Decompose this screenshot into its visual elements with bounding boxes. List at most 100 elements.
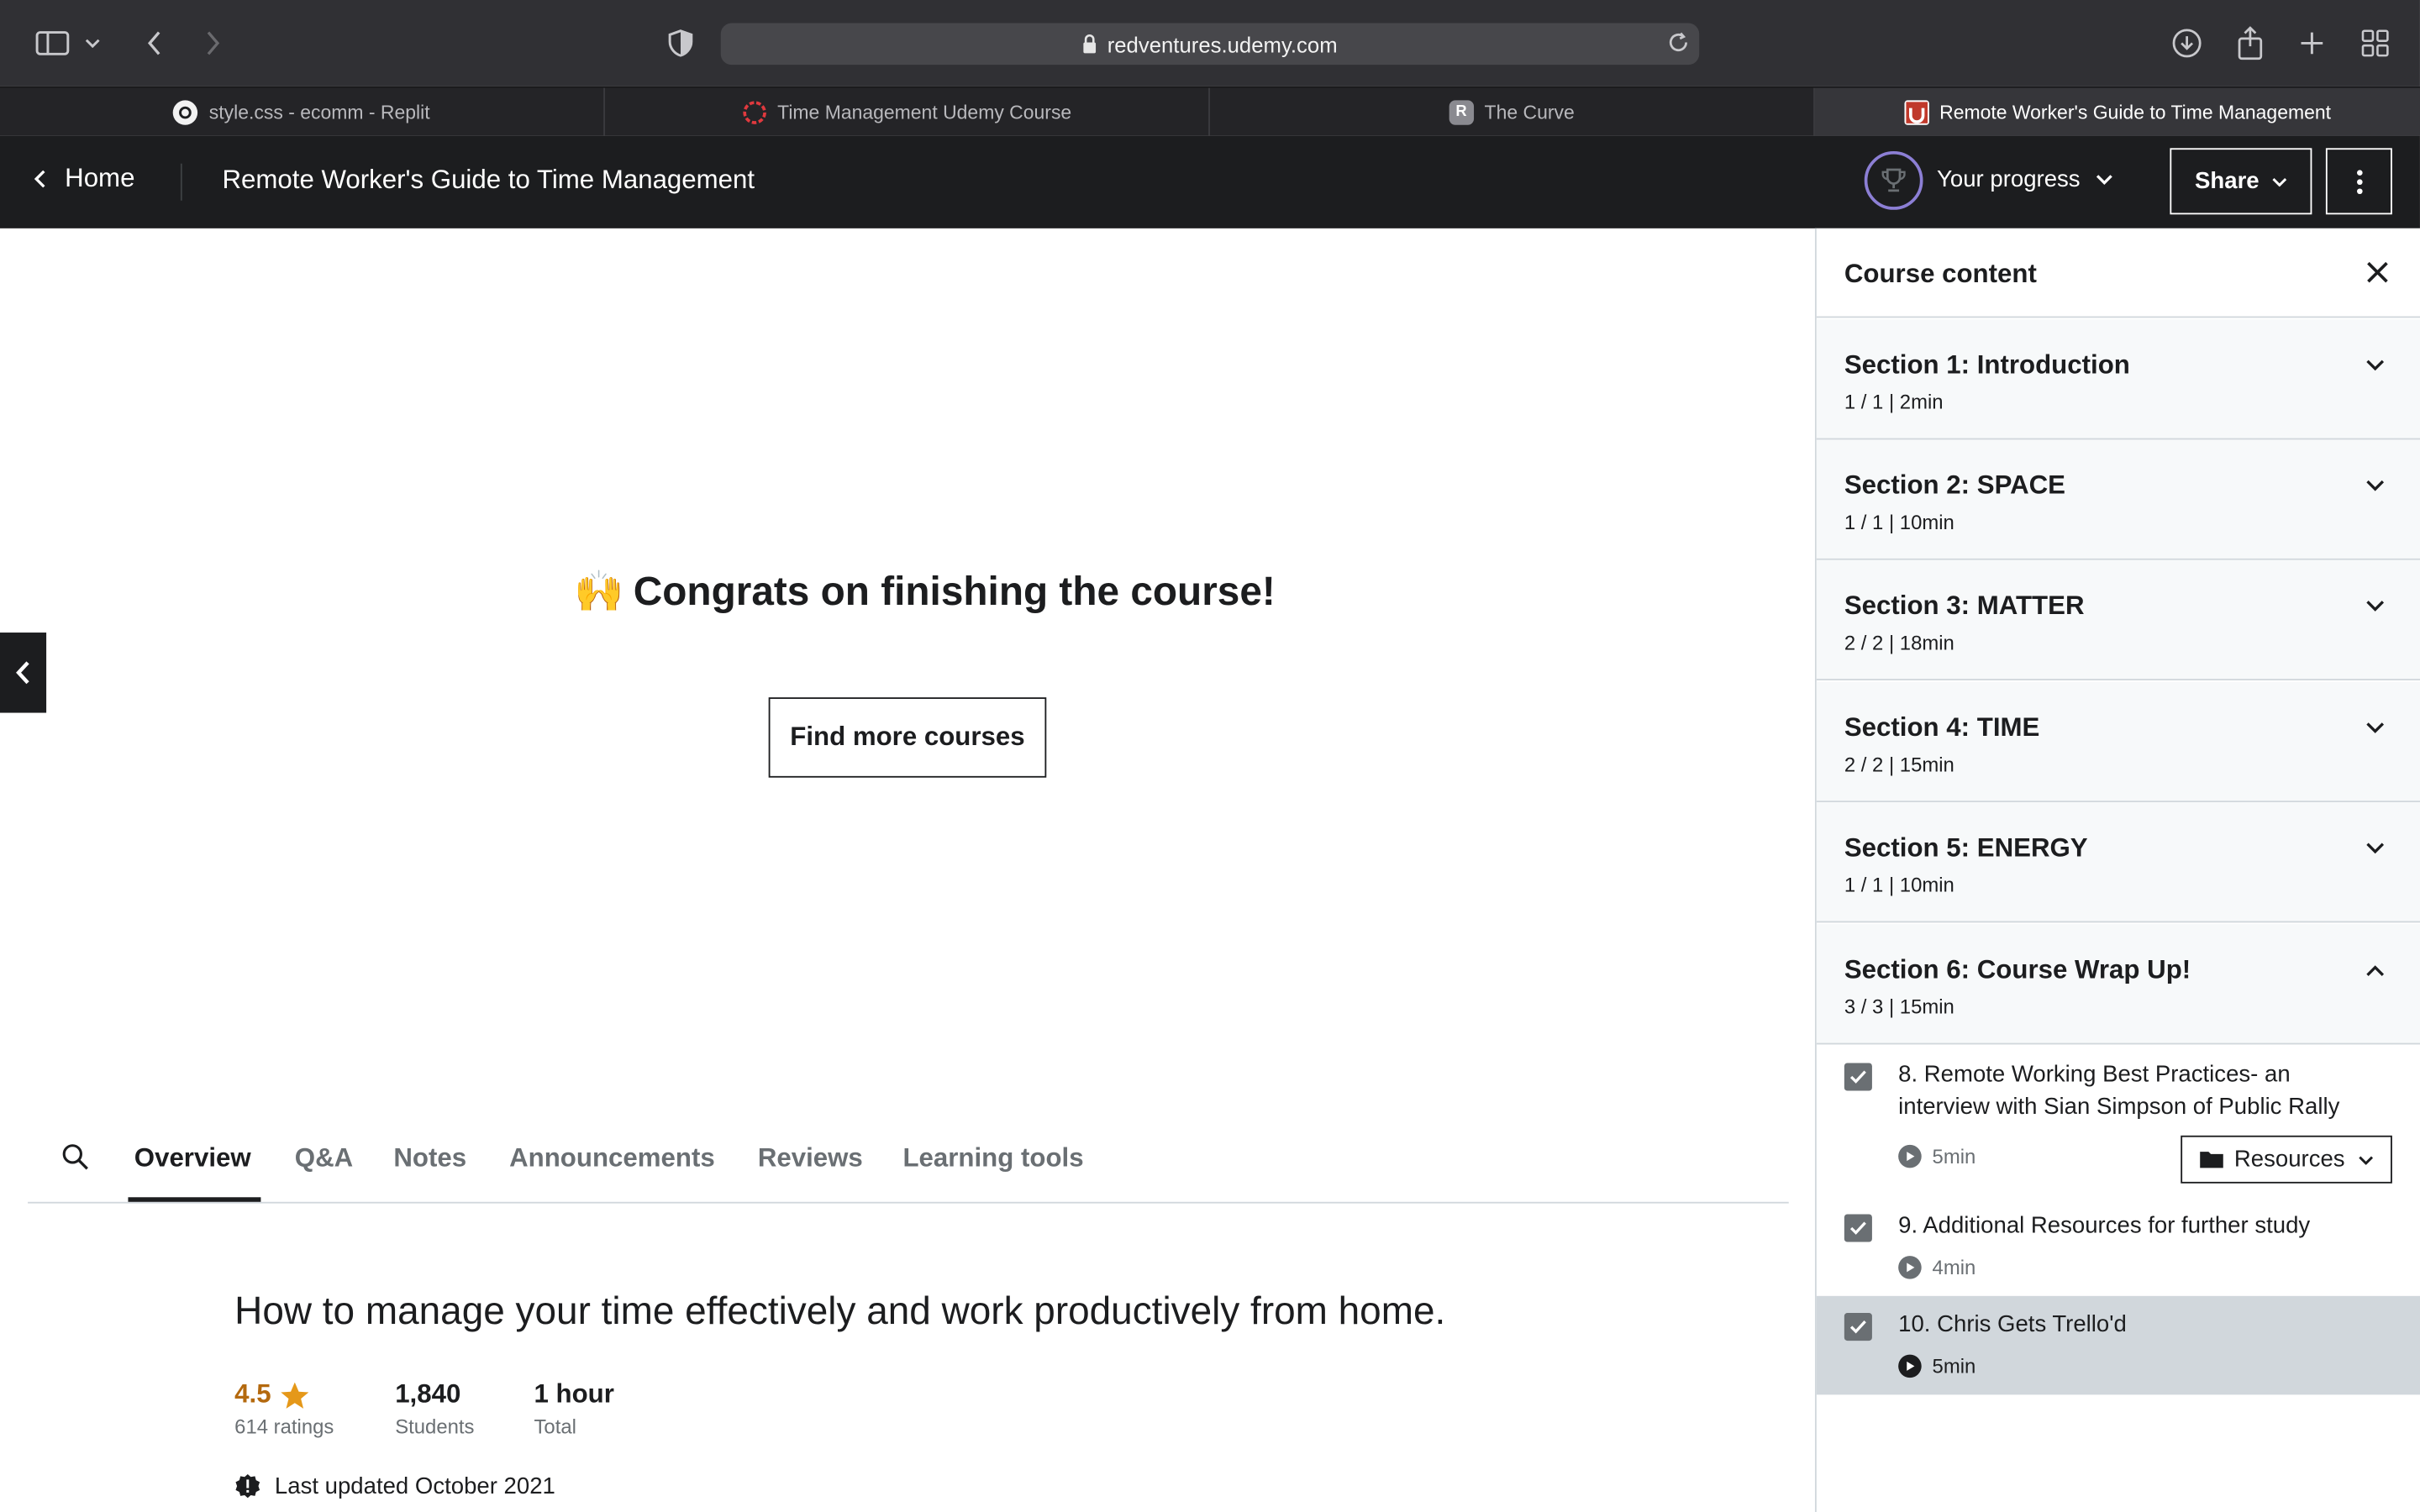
section-meta: 1 / 1 | 10min bbox=[1844, 873, 1954, 897]
chevron-down-icon bbox=[2366, 360, 2385, 372]
section-1[interactable]: Section 1: Introduction 1 / 1 | 2min bbox=[1816, 319, 2420, 440]
browser-tab-time-management[interactable]: Time Management Udemy Course bbox=[605, 87, 1210, 136]
tab-learning-tools[interactable]: Learning tools bbox=[902, 1143, 1083, 1174]
students-value: 1,840 bbox=[395, 1379, 461, 1409]
tab-notes[interactable]: Notes bbox=[393, 1143, 466, 1174]
play-icon bbox=[1898, 1144, 1922, 1168]
browser-tab-remote-worker[interactable]: Remote Worker's Guide to Time Management bbox=[1814, 87, 2420, 136]
find-more-courses-button[interactable]: Find more courses bbox=[768, 697, 1047, 778]
address-bar[interactable]: redventures.udemy.com bbox=[720, 23, 1700, 66]
raising-hands-emoji: 🙌 bbox=[574, 567, 624, 615]
chevron-down-icon bbox=[2096, 175, 2112, 186]
udemy-course-icon bbox=[742, 99, 766, 123]
play-icon bbox=[1898, 1256, 1922, 1279]
tab-overview-icon[interactable] bbox=[2354, 18, 2396, 68]
lock-icon bbox=[1082, 34, 1097, 54]
home-label: Home bbox=[65, 163, 135, 193]
rating-number: 4.5 bbox=[234, 1379, 271, 1409]
section-5[interactable]: Section 5: ENERGY 1 / 1 | 10min bbox=[1816, 802, 2420, 923]
students-stat: 1,840 Students bbox=[395, 1379, 474, 1438]
tab-label: Time Management Udemy Course bbox=[777, 101, 1072, 123]
share-button[interactable]: Share bbox=[2170, 148, 2312, 215]
open-sidebar-button[interactable] bbox=[0, 633, 47, 713]
back-icon[interactable] bbox=[133, 18, 176, 68]
chevron-down-icon[interactable] bbox=[77, 18, 108, 68]
section-4[interactable]: Section 4: TIME 2 / 2 | 15min bbox=[1816, 681, 2420, 803]
course-title[interactable]: Remote Worker's Guide to Time Management bbox=[222, 165, 755, 197]
course-content-sidebar: Course content Section 1: Introduction 1… bbox=[1814, 228, 2420, 1512]
last-updated-text: Last updated October 2021 bbox=[274, 1473, 555, 1500]
browser-tab-the-curve[interactable]: R The Curve bbox=[1210, 87, 1815, 136]
section-title: Section 5: ENERGY bbox=[1844, 832, 2088, 863]
browser-toolbar: redventures.udemy.com bbox=[0, 0, 2420, 87]
section-2[interactable]: Section 2: SPACE 1 / 1 | 10min bbox=[1816, 439, 2420, 560]
lecture-duration: 5min bbox=[1898, 1354, 1976, 1378]
tab-label: The Curve bbox=[1484, 101, 1575, 123]
reload-icon[interactable] bbox=[1667, 31, 1691, 55]
chevron-down-icon bbox=[2366, 722, 2385, 735]
active-tab-indicator bbox=[128, 1197, 261, 1202]
section-6[interactable]: Section 6: Course Wrap Up! 3 / 3 | 15min bbox=[1816, 924, 2420, 1045]
your-progress-dropdown[interactable]: Your progress bbox=[1937, 166, 2112, 193]
udemy-icon bbox=[1903, 99, 1929, 124]
sidebar-header: Course content bbox=[1816, 228, 2420, 318]
more-options-button[interactable] bbox=[2325, 148, 2392, 215]
section-title: Section 2: SPACE bbox=[1844, 470, 2066, 501]
star-icon bbox=[279, 1380, 310, 1410]
section-meta: 2 / 2 | 18min bbox=[1844, 631, 1954, 654]
congrats-text: Congrats on finishing the course! bbox=[633, 567, 1276, 615]
lecture-title: 10. Chris Gets Trello'd bbox=[1898, 1311, 2127, 1338]
chevron-down-icon bbox=[2271, 176, 2286, 186]
search-icon[interactable] bbox=[61, 1143, 89, 1171]
total-value: 1 hour bbox=[534, 1379, 614, 1409]
resources-dropdown[interactable]: Resources bbox=[2181, 1135, 2392, 1184]
tab-label: Remote Worker's Guide to Time Management bbox=[1939, 101, 2332, 123]
browser-tab-strip: style.css - ecomm - Replit Time Manageme… bbox=[0, 86, 2420, 136]
sidebar-toggle-icon[interactable] bbox=[31, 18, 74, 68]
kebab-menu-icon bbox=[2356, 169, 2362, 194]
lecture-item-current[interactable]: 10. Chris Gets Trello'd 5min bbox=[1816, 1295, 2420, 1395]
chevron-left-icon bbox=[15, 660, 30, 685]
tab-overview[interactable]: Overview bbox=[134, 1143, 251, 1174]
curve-icon: R bbox=[1449, 99, 1474, 124]
section-meta: 1 / 1 | 10min bbox=[1844, 510, 1954, 534]
ratings-count: 614 ratings bbox=[234, 1415, 334, 1438]
browser-tab-replit[interactable]: style.css - ecomm - Replit bbox=[0, 87, 605, 136]
lecture-item[interactable]: 9. Additional Resources for further stud… bbox=[1817, 1195, 2420, 1294]
rating-stat: 4.5 614 ratings bbox=[234, 1379, 334, 1438]
close-icon[interactable] bbox=[2366, 260, 2390, 284]
new-tab-icon[interactable] bbox=[2291, 18, 2333, 68]
section-title: Section 3: MATTER bbox=[1844, 591, 2085, 621]
forward-icon[interactable] bbox=[192, 18, 234, 68]
section-title: Section 4: TIME bbox=[1844, 712, 2040, 743]
trophy-icon bbox=[1880, 166, 1907, 194]
duration-text: 5min bbox=[1932, 1354, 1976, 1378]
lecture-title: 8. Remote Working Best Practices- an int… bbox=[1898, 1061, 2340, 1121]
tab-label: style.css - ecomm - Replit bbox=[208, 101, 430, 123]
tab-qa[interactable]: Q&A bbox=[295, 1143, 353, 1174]
chevron-down-icon bbox=[2359, 1155, 2374, 1164]
section-3[interactable]: Section 3: MATTER 2 / 2 | 18min bbox=[1816, 559, 2420, 680]
progress-label: Your progress bbox=[1937, 166, 2081, 193]
tab-reviews[interactable]: Reviews bbox=[758, 1143, 863, 1174]
completed-checkbox[interactable] bbox=[1844, 1313, 1872, 1341]
total-stat: 1 hour Total bbox=[534, 1379, 613, 1438]
completed-checkbox[interactable] bbox=[1844, 1214, 1872, 1242]
download-icon[interactable] bbox=[2165, 18, 2208, 68]
share-label: Share bbox=[2195, 168, 2260, 195]
chevron-down-icon bbox=[2366, 600, 2385, 612]
section-meta: 1 / 1 | 2min bbox=[1844, 390, 1944, 414]
resources-label: Resources bbox=[2233, 1146, 2345, 1173]
students-label: Students bbox=[395, 1415, 475, 1438]
shield-icon[interactable] bbox=[659, 18, 702, 68]
folder-icon bbox=[2199, 1149, 2225, 1169]
home-link[interactable]: Home bbox=[34, 164, 134, 195]
duration-text: 4min bbox=[1932, 1256, 1976, 1279]
progress-trophy[interactable] bbox=[1864, 150, 1923, 210]
play-icon bbox=[1898, 1354, 1922, 1378]
tab-announcements[interactable]: Announcements bbox=[509, 1143, 715, 1174]
completed-checkbox[interactable] bbox=[1844, 1063, 1872, 1091]
total-label: Total bbox=[534, 1415, 576, 1438]
share-sheet-icon[interactable] bbox=[2228, 18, 2271, 68]
header-divider bbox=[180, 163, 182, 201]
